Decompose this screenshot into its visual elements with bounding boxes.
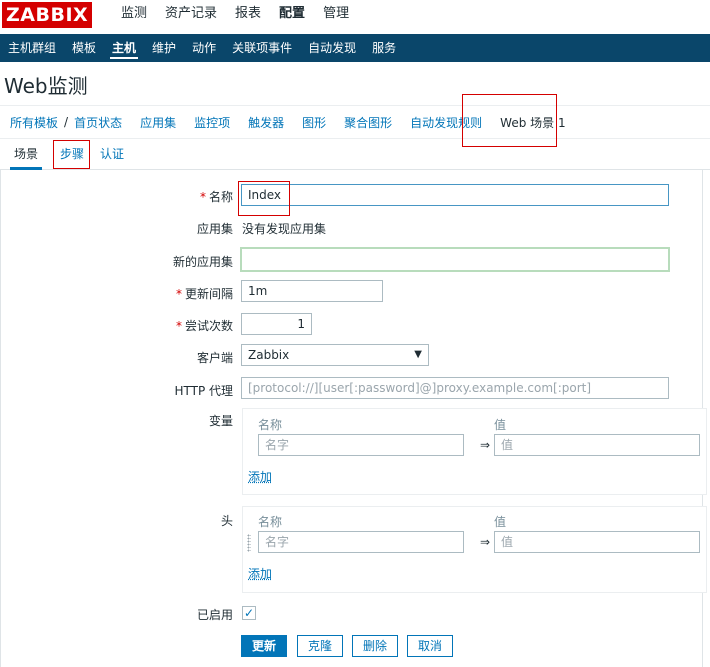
submenu-event-correlation[interactable]: 关联项事件 bbox=[224, 34, 300, 62]
delete-button[interactable]: 删除 bbox=[352, 635, 398, 657]
menu-reports[interactable]: 报表 bbox=[226, 0, 270, 30]
variables-col-value: 值 bbox=[494, 418, 507, 432]
attempts-input[interactable]: 1 bbox=[241, 313, 312, 335]
menu-inventory[interactable]: 资产记录 bbox=[156, 0, 226, 30]
headers-col-name: 名称 bbox=[258, 515, 283, 529]
enabled-checkbox[interactable]: ✓ bbox=[242, 606, 256, 620]
enabled-label: 已启用 bbox=[196, 608, 233, 622]
cancel-button[interactable]: 取消 bbox=[407, 635, 453, 657]
submenu-discovery[interactable]: 自动发现 bbox=[300, 34, 364, 62]
header-value-input[interactable]: 值 bbox=[494, 531, 700, 553]
application-value: 没有发现应用集 bbox=[242, 222, 327, 236]
submenu-services[interactable]: 服务 bbox=[364, 34, 404, 62]
nav-items[interactable]: 监控项 bbox=[188, 114, 236, 131]
host-navigation: 所有模板 / 首页状态 应用集 监控项 触发器 图形 聚合图形 自动发现规则 W… bbox=[0, 105, 710, 139]
nav-graphs[interactable]: 图形 bbox=[296, 114, 332, 131]
new-application-label: 新的应用集 bbox=[172, 255, 233, 269]
headers-add-link[interactable]: 添加 bbox=[248, 565, 272, 582]
header-name-input[interactable]: 名字 bbox=[258, 531, 464, 553]
headers-label: 头 bbox=[220, 514, 233, 528]
variables-label: 变量 bbox=[208, 414, 233, 428]
required-marker: * bbox=[175, 287, 182, 301]
name-input[interactable]: Index bbox=[241, 184, 669, 206]
variable-name-input[interactable]: 名字 bbox=[258, 434, 464, 456]
top-menu: 监测 资产记录 报表 配置 管理 bbox=[112, 0, 358, 30]
update-button[interactable]: 更新 bbox=[241, 635, 287, 657]
agent-select-value: Zabbix bbox=[248, 348, 290, 362]
variables-add-link[interactable]: 添加 bbox=[248, 468, 272, 485]
left-border bbox=[0, 169, 1, 667]
required-marker: * bbox=[199, 190, 206, 204]
tab-authentication[interactable]: 认证 bbox=[92, 142, 132, 169]
submenu-maintenance[interactable]: 维护 bbox=[144, 34, 184, 62]
zabbix-logo[interactable]: ZABBIX bbox=[2, 2, 93, 28]
agent-label: 客户端 bbox=[196, 351, 233, 365]
submenu-templates[interactable]: 模板 bbox=[64, 34, 104, 62]
mapping-arrow-icon: ⇒ bbox=[480, 535, 491, 549]
variables-col-name: 名称 bbox=[258, 418, 283, 432]
variable-value-input[interactable]: 值 bbox=[494, 434, 700, 456]
headers-table: 名称 值 名字 ⇒ 值 添加 bbox=[242, 506, 707, 593]
top-header: ZABBIX 监测 资产记录 报表 配置 管理 bbox=[0, 0, 710, 35]
menu-administration[interactable]: 管理 bbox=[314, 0, 358, 30]
attempts-label: * 尝试次数 bbox=[176, 317, 233, 334]
tab-scenario[interactable]: 场景 bbox=[6, 142, 46, 170]
annotation-name-box bbox=[238, 181, 290, 216]
update-interval-input[interactable]: 1m bbox=[241, 280, 383, 302]
http-proxy-label: HTTP 代理 bbox=[174, 384, 233, 398]
update-interval-label-text: 更新间隔 bbox=[184, 287, 233, 301]
clone-button[interactable]: 克隆 bbox=[297, 635, 343, 657]
sub-menu: 主机群组 模板 主机 维护 动作 关联项事件 自动发现 服务 bbox=[0, 34, 710, 62]
headers-col-value: 值 bbox=[494, 515, 507, 529]
http-proxy-input[interactable]: [protocol://][user[:password]@]proxy.exa… bbox=[241, 377, 669, 399]
drag-handle-icon[interactable] bbox=[247, 534, 251, 552]
checkmark-icon: ✓ bbox=[243, 606, 255, 620]
variables-table: 名称 值 名字 ⇒ 值 添加 bbox=[242, 408, 707, 495]
name-label: * 名称 bbox=[200, 188, 233, 205]
annotation-steps-box bbox=[53, 140, 90, 169]
new-application-input[interactable] bbox=[240, 247, 670, 272]
nav-screens[interactable]: 聚合图形 bbox=[338, 114, 398, 131]
attempts-label-text: 尝试次数 bbox=[184, 319, 233, 333]
menu-configuration[interactable]: 配置 bbox=[270, 0, 314, 30]
annotation-web-box bbox=[462, 94, 557, 147]
submenu-actions[interactable]: 动作 bbox=[184, 34, 224, 62]
page-title: Web监测 bbox=[4, 74, 88, 98]
name-label-text: 名称 bbox=[208, 190, 233, 204]
nav-web-count: 1 bbox=[557, 115, 566, 130]
nav-triggers[interactable]: 触发器 bbox=[242, 114, 290, 131]
submenu-hosts[interactable]: 主机 bbox=[104, 34, 144, 62]
agent-select[interactable]: Zabbix ▼ bbox=[241, 344, 429, 366]
form-tabs: 场景 步骤 认证 bbox=[0, 142, 710, 170]
breadcrumb-all-templates[interactable]: 所有模板 bbox=[4, 114, 64, 131]
required-marker: * bbox=[175, 319, 182, 333]
submenu-host-groups[interactable]: 主机群组 bbox=[0, 34, 64, 62]
update-interval-label: * 更新间隔 bbox=[176, 285, 233, 302]
breadcrumb-template[interactable]: 首页状态 bbox=[68, 114, 128, 131]
application-label: 应用集 bbox=[196, 222, 233, 236]
dropdown-arrow-icon: ▼ bbox=[414, 349, 422, 360]
nav-applications[interactable]: 应用集 bbox=[134, 114, 182, 131]
mapping-arrow-icon: ⇒ bbox=[480, 438, 491, 452]
menu-monitoring[interactable]: 监测 bbox=[112, 0, 156, 30]
